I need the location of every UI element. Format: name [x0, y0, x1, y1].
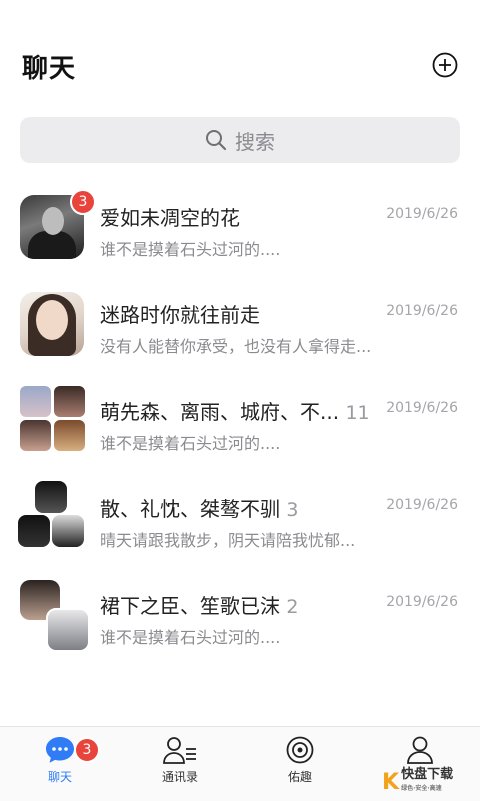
tab-label: 通讯录: [161, 770, 198, 784]
chat-item[interactable]: 散、礼忱、桀骜不驯 3 晴天请跟我散步，阴天请陪我忧郁... 2019/6/26: [0, 471, 480, 568]
chat-name: 散、礼忱、桀骜不驯 3: [100, 493, 298, 522]
chat-name: 裙下之臣、笙歌已沫 2: [100, 590, 298, 619]
member-count: 2: [286, 596, 299, 618]
chat-bubble-icon: [46, 737, 74, 763]
watermark-subtext: 绿色·安全·高速: [401, 785, 442, 792]
chat-preview: 晴天请跟我散步，阴天请陪我忧郁...: [100, 531, 356, 550]
unread-badge: 3: [74, 737, 100, 763]
chat-item[interactable]: 裙下之臣、笙歌已沫 2 谁不是摸着石头过河的.... 2019/6/26: [0, 568, 480, 665]
search-bar[interactable]: 搜索: [20, 117, 460, 163]
contacts-icon: [163, 737, 196, 764]
chat-date: 2019/6/26: [386, 303, 458, 319]
avatar: [20, 292, 84, 356]
tab-bar: 聊天 3 通讯录 佑趣 K 快盘下载 绿色·安全·高速: [0, 726, 480, 801]
chat-name: 萌先森、离雨、城府、不... 11: [100, 396, 370, 425]
chat-name: 迷路时你就往前走: [100, 303, 260, 327]
group-avatar: [20, 386, 86, 452]
tab-discover[interactable]: 佑趣: [240, 735, 360, 797]
profile-icon: [407, 736, 433, 764]
chat-item[interactable]: 迷路时你就往前走 没有人能替你承受，也没有人拿得走... 2019/6/26: [0, 277, 480, 374]
unread-badge: 3: [70, 189, 96, 215]
member-count: 11: [345, 402, 370, 424]
watermark-letter: K: [382, 769, 400, 795]
tab-contacts[interactable]: 通讯录: [120, 735, 240, 797]
group-members: 萌先森、离雨、城府、不...: [100, 400, 340, 424]
chat-item[interactable]: 萌先森、离雨、城府、不... 11 谁不是摸着石头过河的.... 2019/6/…: [0, 374, 480, 471]
tab-label: 聊天: [47, 770, 72, 784]
group-avatar: [18, 481, 86, 549]
chat-name: 爱如未凋空的花: [100, 206, 240, 230]
add-button[interactable]: [432, 52, 458, 78]
page-title: 聊天: [22, 54, 77, 84]
chat-preview: 没有人能替你承受，也没有人拿得走...: [100, 337, 372, 356]
group-members: 散、礼忱、桀骜不驯: [100, 497, 280, 521]
group-members: 裙下之臣、笙歌已沫: [100, 594, 280, 618]
chat-preview: 谁不是摸着石头过河的....: [100, 628, 281, 647]
chat-preview: 谁不是摸着石头过河的....: [100, 434, 281, 453]
search-placeholder: 搜索: [235, 129, 275, 154]
tab-chat[interactable]: 聊天 3: [0, 735, 120, 797]
plus-circle-icon: [432, 52, 458, 78]
chat-item[interactable]: 3 爱如未凋空的花 谁不是摸着石头过河的.... 2019/6/26: [0, 180, 480, 277]
chat-date: 2019/6/26: [386, 206, 458, 222]
watermark-logo: K 快盘下载 绿色·安全·高速: [382, 767, 474, 797]
header: 聊天: [0, 0, 480, 110]
member-count: 3: [286, 499, 299, 521]
tab-label: 佑趣: [287, 770, 312, 784]
discover-icon: [286, 736, 314, 764]
chat-preview: 谁不是摸着石头过河的....: [100, 240, 281, 259]
search-icon: [206, 130, 227, 151]
chat-date: 2019/6/26: [386, 594, 458, 610]
chat-date: 2019/6/26: [386, 497, 458, 513]
group-avatar: [20, 580, 90, 652]
watermark-text: 快盘下载: [401, 767, 454, 782]
chat-date: 2019/6/26: [386, 400, 458, 416]
